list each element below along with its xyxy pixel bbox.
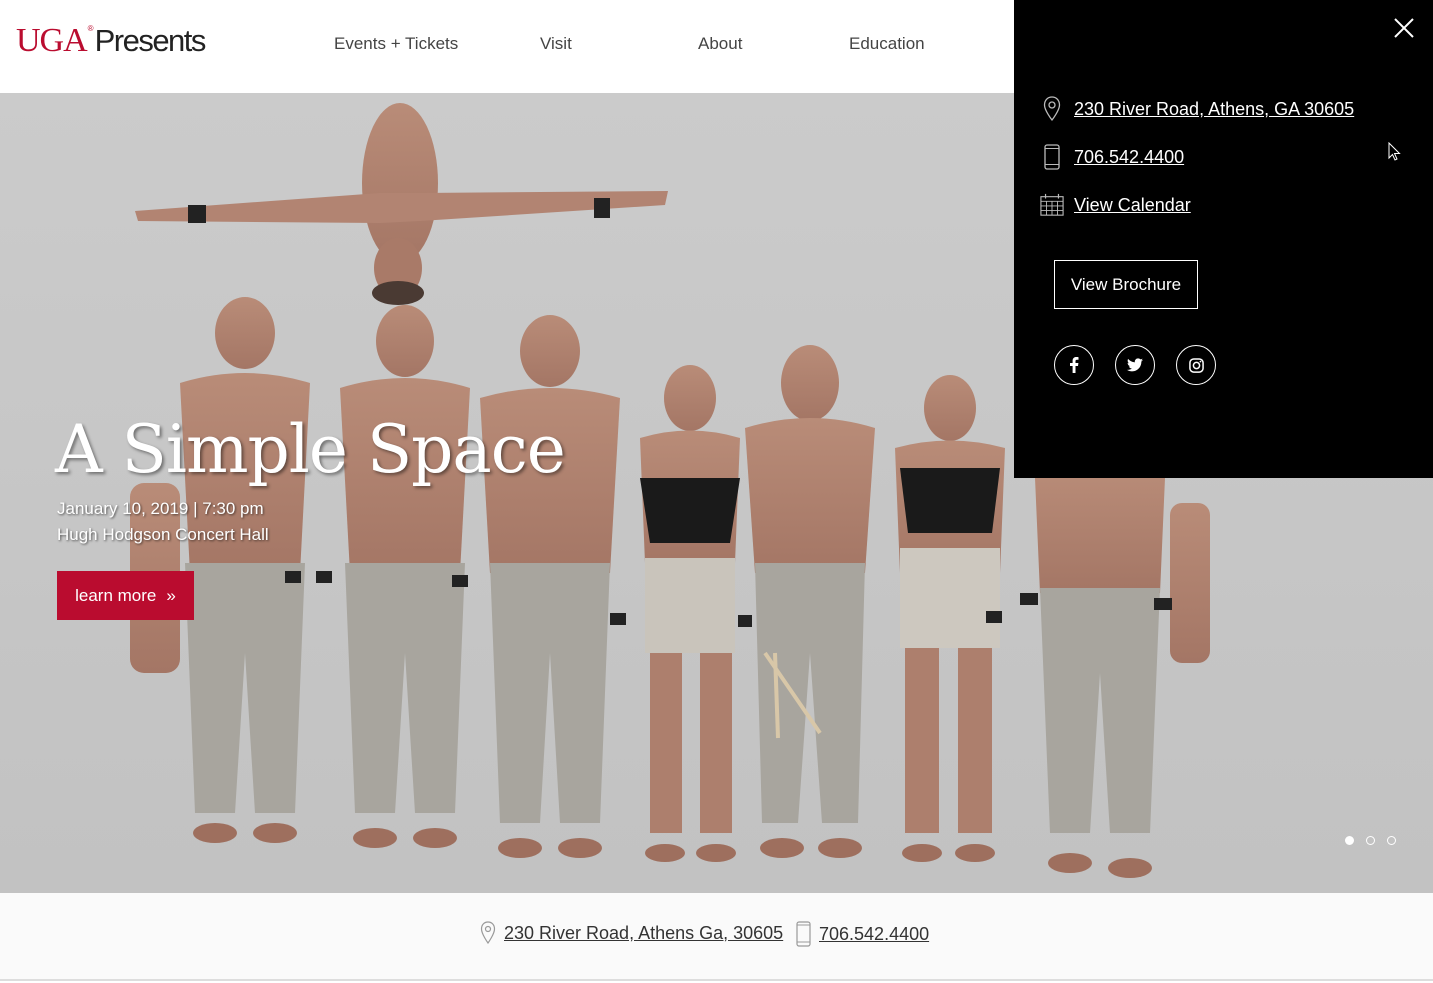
mobile-phone-icon <box>1044 144 1060 170</box>
learn-more-button[interactable]: learn more » <box>57 571 194 620</box>
twitter-icon <box>1127 358 1143 372</box>
info-overlay-panel: 230 River Road, Athens, GA 30605 706.542… <box>1014 0 1433 478</box>
panel-calendar: View Calendar <box>1040 193 1191 217</box>
instagram-icon <box>1188 357 1204 373</box>
map-pin-icon <box>1043 96 1061 122</box>
hero-venue: Hugh Hodgson Concert Hall <box>57 525 269 544</box>
mouse-cursor-icon <box>1388 142 1401 161</box>
view-brochure-button[interactable]: View Brochure <box>1054 260 1198 309</box>
calendar-icon <box>1040 193 1064 216</box>
panel-address-link[interactable]: 230 River Road, Athens, GA 30605 <box>1074 99 1354 120</box>
panel-phone-link[interactable]: 706.542.4400 <box>1074 147 1184 168</box>
close-icon[interactable] <box>1392 16 1416 40</box>
double-chevron-right-icon: » <box>166 585 176 605</box>
twitter-button[interactable] <box>1115 345 1155 385</box>
map-pin-icon <box>480 921 496 945</box>
facebook-button[interactable] <box>1054 345 1094 385</box>
facebook-icon <box>1070 357 1079 373</box>
mobile-phone-icon <box>796 921 811 947</box>
contact-bar: 230 River Road, Athens Ga, 30605 706.542… <box>0 893 1433 981</box>
footer-address: 230 River Road, Athens Ga, 30605 <box>480 921 783 945</box>
footer-address-link[interactable]: 230 River Road, Athens Ga, 30605 <box>504 923 783 944</box>
logo-registered-mark: ® <box>87 24 94 33</box>
panel-phone: 706.542.4400 <box>1040 144 1184 170</box>
panel-address: 230 River Road, Athens, GA 30605 <box>1040 96 1354 122</box>
nav-visit[interactable]: Visit <box>540 34 572 54</box>
hero-title: A Simple Space <box>55 411 566 488</box>
logo-uga-text: UGA <box>16 22 88 59</box>
learn-more-label: learn more <box>75 585 157 605</box>
nav-events-tickets[interactable]: Events + Tickets <box>334 34 458 54</box>
nav-about[interactable]: About <box>698 34 742 54</box>
slide-dot-1[interactable] <box>1345 836 1354 845</box>
hero-date: January 10, 2019 | 7:30 pm <box>57 499 264 518</box>
slide-dot-2[interactable] <box>1366 836 1375 845</box>
slider-pagination <box>1345 836 1396 845</box>
slide-dot-3[interactable] <box>1387 836 1396 845</box>
footer-phone-link[interactable]: 706.542.4400 <box>819 924 929 945</box>
logo-presents-text: Presents <box>94 23 207 58</box>
footer-phone: 706.542.4400 <box>796 921 929 947</box>
instagram-button[interactable] <box>1176 345 1216 385</box>
view-calendar-link[interactable]: View Calendar <box>1074 195 1191 216</box>
uga-presents-logo[interactable]: UGA ® Presents <box>16 22 207 62</box>
nav-education[interactable]: Education <box>849 34 925 54</box>
